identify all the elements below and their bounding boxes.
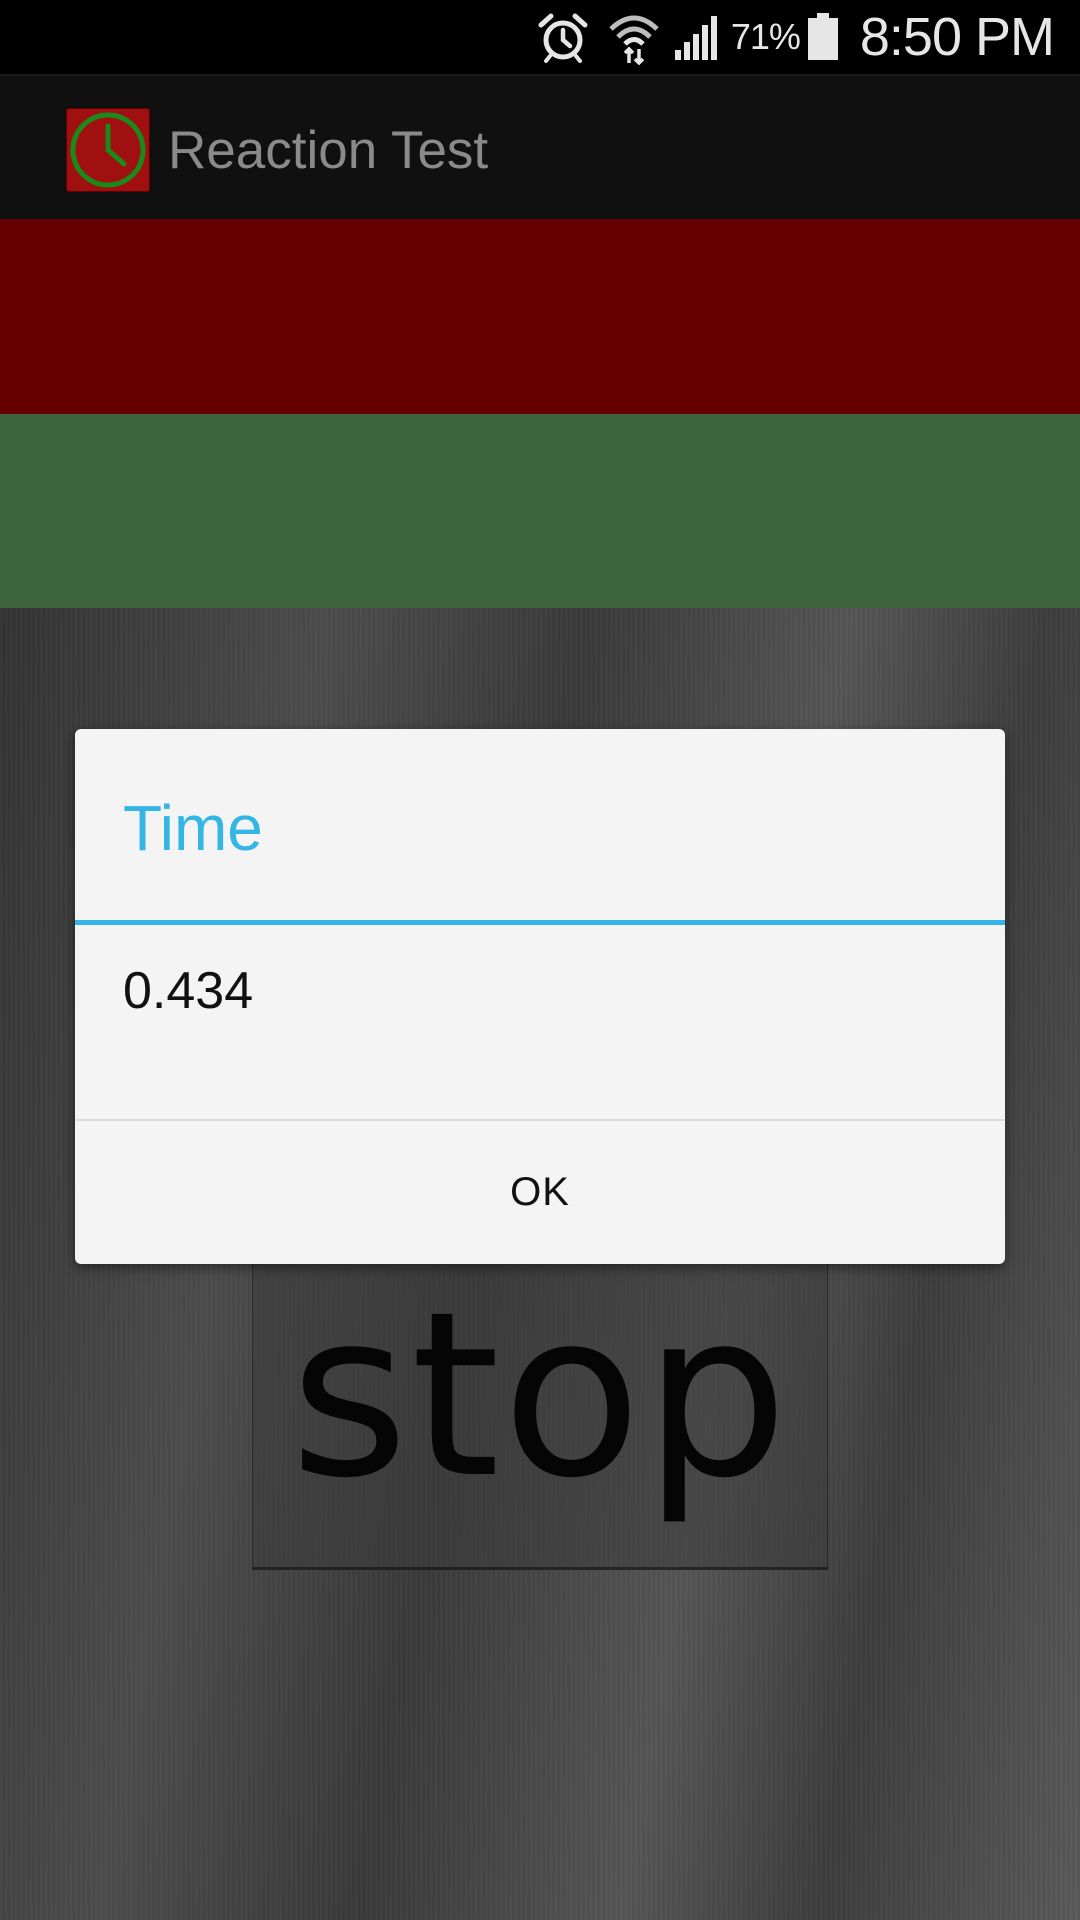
dialog-title-divider (75, 920, 1005, 925)
dialog-message: 0.434 (123, 962, 254, 1020)
time-dialog: Time 0.434 OK (75, 729, 1005, 1264)
ok-button[interactable]: OK (75, 1121, 1005, 1264)
dialog-title: Time (123, 792, 263, 864)
